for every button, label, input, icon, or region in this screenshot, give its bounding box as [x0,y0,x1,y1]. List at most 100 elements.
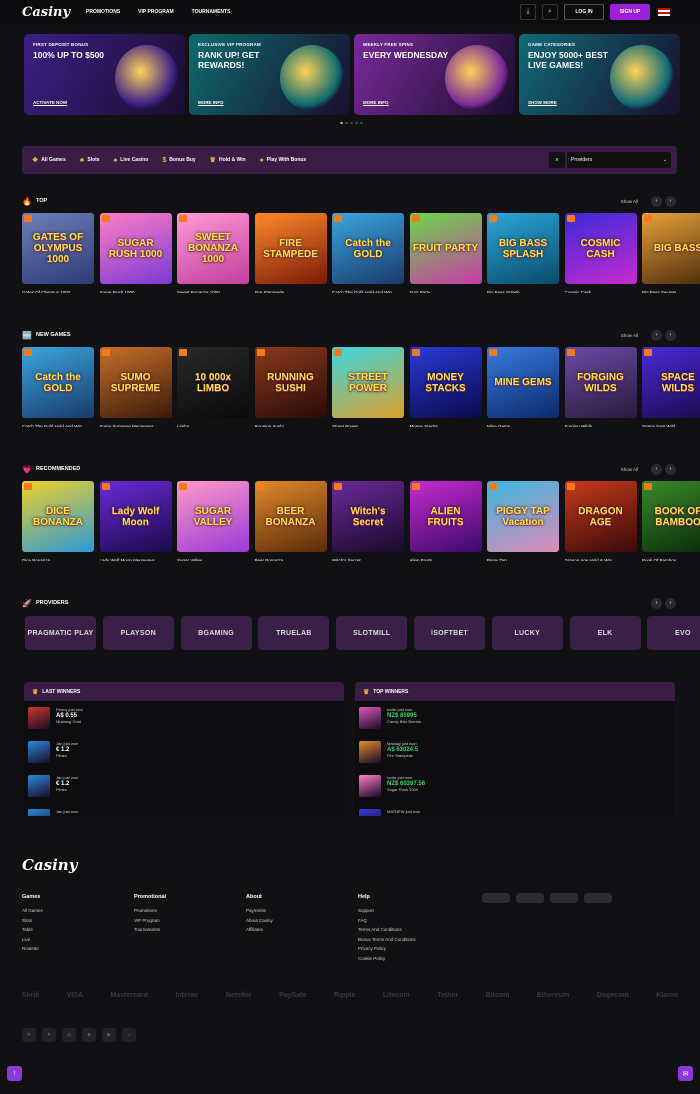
game-card[interactable]: ALIEN FRUITSAlien FruitsBgaming [409,481,482,561]
show-all-link[interactable]: Show All [621,199,638,204]
game-thumbnail[interactable]: SWEET BONANZA 1000 [177,213,249,284]
game-card[interactable]: SWEET BONANZA 1000Sweet Bonanza 1000Prag… [177,213,249,293]
footer-link[interactable]: VIP Program [134,916,234,926]
footer-link[interactable]: Terms And Conditions [358,925,458,935]
logo[interactable]: Casiny [22,5,80,20]
winner-entry[interactable]: kodie just won NZ$ 60397.56 Sugar Rush 100… [359,775,425,805]
game-card[interactable]: MONEY STACKSMoney StacksPragmaticplay [409,347,482,427]
footer-link[interactable]: Slots [22,916,122,926]
footer-link[interactable]: Privacy Policy [358,944,458,954]
game-card[interactable]: FRUIT PARTYFruit PartyPragmaticplay [409,213,482,293]
game-thumbnail[interactable]: 10 000x LIMBO [177,347,249,418]
winner-entry[interactable]: Jan just won € 1.2 Plinko [28,741,78,771]
banner-link[interactable]: ACTIVATE NOW [33,100,67,105]
game-card[interactable]: RUNNING SUSHIRunning SushiPragmaticplay [254,347,327,427]
game-thumbnail[interactable] [359,809,381,816]
nav-promotions[interactable]: PROMOTIONS [86,9,120,15]
footer-link[interactable]: Payments [246,906,346,916]
game-card[interactable]: STREET POWERStreet PowerBgaming [332,347,404,427]
prev-arrow-icon[interactable]: ‹ [651,329,662,341]
footer-logo[interactable]: Casiny [22,856,77,874]
promo-banner[interactable]: WEEKLY FREE SPINS EVERY WEDNESDAY MORE INF… [354,34,515,115]
footer-link[interactable]: Tournaments [134,925,234,935]
game-thumbnail[interactable]: SPACE WILDS [642,347,700,418]
game-card[interactable]: 10 000x LIMBOLimboHacksaw [177,347,249,427]
winner-entry[interactable]: MATHEW just won [359,809,420,816]
telegram-icon[interactable]: ✈ [22,1028,36,1042]
game-thumbnail[interactable]: FRUIT PARTY [409,213,482,284]
game-card[interactable]: BOOK OF BAMBOOBook Of BambooBgaming [642,481,700,561]
winner-entry[interactable]: Jan just won € 1.2 Plinko [28,775,78,805]
provider-tile[interactable]: SLOTMILL [336,616,408,650]
category-live-casino[interactable]: ♠ Live Casino [114,157,149,164]
tiktok-icon[interactable]: ♪ [122,1028,136,1042]
signup-button[interactable]: SIGN UP [610,4,650,20]
search-icon[interactable]: ⌕ [542,4,558,20]
next-arrow-icon[interactable]: › [665,195,676,207]
game-card[interactable]: Catch the GOLD Catch The Gold Hold And Wi… [22,347,94,427]
prev-arrow-icon[interactable]: ‹ [651,463,662,475]
footer-link[interactable]: Cookie Policy [358,954,458,964]
provider-tile[interactable]: PLAYSON [102,616,174,650]
game-thumbnail[interactable]: Witch's Secret [332,481,404,552]
nav-tournaments[interactable]: TOURNAMENTS [192,9,231,15]
footer-link[interactable]: Roulette [22,944,122,954]
providers-select[interactable]: Providers ⌄ [567,152,671,168]
up-arrow-icon[interactable]: ↑ [7,1066,22,1081]
category-all-games[interactable]: ❖ All Games [32,156,66,164]
provider-tile[interactable]: BGAMING [180,616,252,650]
winner-entry[interactable]: Mackay just won A$ 63024.5 Fire Stampede [359,741,418,771]
game-thumbnail[interactable]: Lady Wolf Moon [99,481,172,552]
winner-entry[interactable]: Penny just won A$ 0.55 Mustang Gold [28,707,83,737]
show-all-link[interactable]: Show All [621,333,638,338]
prev-arrow-icon[interactable]: ‹ [651,195,662,207]
game-card[interactable]: GATES OF OLYMPUS 1000 Gates Of Olympus 10… [22,213,94,293]
game-thumbnail[interactable]: DRAGON AGE [564,481,637,552]
banner-link[interactable]: MORE INFO [198,100,224,105]
game-card[interactable]: BEER BONANZABeer BonanzaBgaming [254,481,327,561]
carousel-dots[interactable] [340,122,363,124]
game-thumbnail[interactable]: BIG BASS SPLASH [487,213,559,284]
promo-banner[interactable]: EXCLUSIVE VIP PROGRAM RANK UP! GET REWARD… [189,34,350,115]
game-card[interactable]: DICE BONANZADice BonanzaBgaming [22,481,94,561]
game-card[interactable]: SPACE WILDSSpace Sam WildBooming [642,347,700,427]
game-thumbnail[interactable]: BIG BASS [642,213,700,284]
game-thumbnail[interactable]: SUGAR VALLEY [177,481,249,552]
provider-tile[interactable]: ELK [569,616,641,650]
provider-tile[interactable]: TRUELAB [258,616,330,650]
game-card[interactable]: Catch the GOLD Catch The Gold Hold And Wi… [332,213,404,293]
game-thumbnail[interactable]: DICE BONANZA [22,481,94,552]
game-thumbnail[interactable]: PIGGY TAP Vacation [487,481,559,552]
game-card[interactable]: BIG BASS SPLASHBig Bass SplashPragmaticp… [487,213,559,293]
show-all-link[interactable]: Show All [621,467,638,472]
game-thumbnail[interactable] [28,809,50,816]
discord-icon[interactable]: ◈ [82,1028,96,1042]
winner-entry[interactable]: kodie just won NZ$ 85995 Candy Blitz Bombs [359,707,421,737]
next-arrow-icon[interactable]: › [665,329,676,341]
game-thumbnail[interactable] [359,775,381,797]
game-card[interactable]: COSMIC CASHCosmic CashPragmaticplay [564,213,637,293]
game-thumbnail[interactable]: SUGAR RUSH 1000 [99,213,172,284]
provider-tile[interactable]: iSOFTBET [414,616,485,650]
game-thumbnail[interactable]: Catch the GOLD [332,213,404,284]
game-thumbnail[interactable] [28,775,50,797]
game-thumbnail[interactable]: FORGING WILDS [564,347,637,418]
footer-link[interactable]: Promotions [134,906,234,916]
chat-icon[interactable]: ✉ [678,1066,693,1081]
game-thumbnail[interactable]: MONEY STACKS [409,347,482,418]
game-thumbnail[interactable]: ALIEN FRUITS [409,481,482,552]
game-thumbnail[interactable] [359,707,381,729]
category-slots[interactable]: ♣ Slots [80,157,100,164]
category-hold-win[interactable]: ♛ Hold & Win [210,156,246,164]
game-thumbnail[interactable]: SUMO SUPREME [99,347,172,418]
search-icon[interactable]: ⌕ [549,152,565,168]
game-card[interactable]: SUGAR VALLEYSugar ValleyOnlyplay [177,481,249,561]
game-card[interactable]: SUMO SUPREMESumo Supreme MegawaysPragmat… [99,347,172,427]
footer-link[interactable]: FAQ [358,916,458,926]
category-bonus-buy[interactable]: $ Bonus Buy [162,157,195,164]
footer-link[interactable]: Support [358,906,458,916]
game-card[interactable]: FIRE STAMPEDEFire StampedePragmaticplay [254,213,327,293]
prev-arrow-icon[interactable]: ‹ [651,597,662,609]
game-thumbnail[interactable]: BOOK OF BAMBOO [642,481,700,552]
next-arrow-icon[interactable]: › [665,463,676,475]
